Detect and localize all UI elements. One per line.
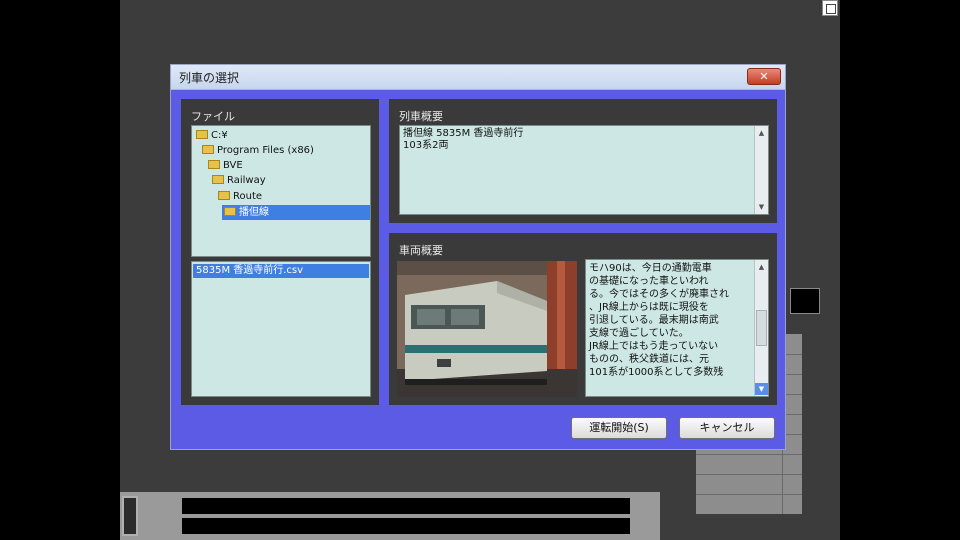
file-pane-label: ファイル (191, 110, 235, 123)
train-summary-pane: 列車概要 播但線 5835M 香過寺前行 103系2両 ▲ ▼ (389, 99, 777, 223)
bottom-field-1 (182, 498, 630, 514)
window-restore-icon[interactable] (822, 0, 838, 16)
tree-item-bve[interactable]: BVE (208, 158, 243, 173)
folder-tree[interactable]: C:¥ Program Files (x86) BVE Railway Rout… (191, 125, 371, 257)
cancel-button[interactable]: キャンセル (679, 417, 775, 439)
tree-item-label: 播但線 (239, 207, 269, 218)
dialog-titlebar[interactable]: 列車の選択 ✕ (171, 65, 785, 90)
tree-item-label: Route (233, 191, 263, 202)
train-summary-textbox[interactable]: 播但線 5835M 香過寺前行 103系2両 ▲ ▼ (399, 125, 769, 215)
tree-item-route[interactable]: Route (218, 189, 262, 204)
train-photo-image (397, 261, 577, 397)
folder-icon (212, 175, 224, 184)
vehicle-summary-label: 車両概要 (399, 244, 443, 257)
side-display (790, 288, 820, 314)
tree-item-program-files[interactable]: Program Files (x86) (202, 143, 314, 158)
start-driving-button[interactable]: 運転開始(S) (571, 417, 667, 439)
folder-icon (208, 160, 220, 169)
train-summary-line-2: 103系2両 (403, 140, 449, 151)
bottom-field-2 (182, 518, 630, 534)
train-summary-line-1: 播但線 5835M 香過寺前行 (403, 128, 524, 139)
tree-item-label: C:¥ (211, 130, 228, 141)
file-pane: ファイル C:¥ Program Files (x86) BVE Railway… (181, 99, 379, 405)
vehicle-description-scrollbar[interactable]: ▲ ▼ (754, 260, 768, 396)
scrollbar-thumb[interactable] (756, 310, 767, 346)
tree-item-bantan-line[interactable]: 播但線 (222, 205, 370, 220)
folder-icon (224, 207, 236, 216)
vehicle-description-textbox[interactable]: モハ90は、今日の通勤電車 の基礎になった車といわれ る。今ではその多くが廃車さ… (585, 259, 769, 397)
file-list-item[interactable]: 5835M 香過寺前行.csv (193, 264, 369, 278)
tree-item-label: BVE (223, 160, 243, 171)
file-list[interactable]: 5835M 香過寺前行.csv (191, 261, 371, 397)
tree-item-drive[interactable]: C:¥ (196, 128, 228, 143)
folder-icon (202, 145, 214, 154)
scroll-down-arrow-icon[interactable]: ▼ (755, 383, 768, 395)
train-summary-scrollbar[interactable]: ▲ ▼ (754, 126, 768, 214)
tree-item-label: Railway (227, 175, 266, 186)
scroll-up-arrow-icon[interactable]: ▲ (755, 127, 768, 139)
train-summary-text: 播但線 5835M 香過寺前行 103系2両 (403, 128, 523, 152)
folder-icon (196, 130, 208, 139)
train-summary-label: 列車概要 (399, 110, 443, 123)
close-button[interactable]: ✕ (747, 68, 781, 85)
tree-item-railway[interactable]: Railway (212, 173, 266, 188)
scroll-down-arrow-icon[interactable]: ▼ (755, 201, 768, 213)
folder-icon (218, 191, 230, 200)
scroll-up-arrow-icon[interactable]: ▲ (755, 261, 768, 273)
train-photo (397, 261, 577, 397)
dialog-title: 列車の選択 (179, 71, 240, 85)
bottom-handle[interactable] (122, 496, 138, 536)
tree-item-label: Program Files (x86) (217, 145, 314, 156)
vehicle-description: モハ90は、今日の通勤電車 の基礎になった車といわれ る。今ではその多くが廃車さ… (589, 263, 729, 378)
